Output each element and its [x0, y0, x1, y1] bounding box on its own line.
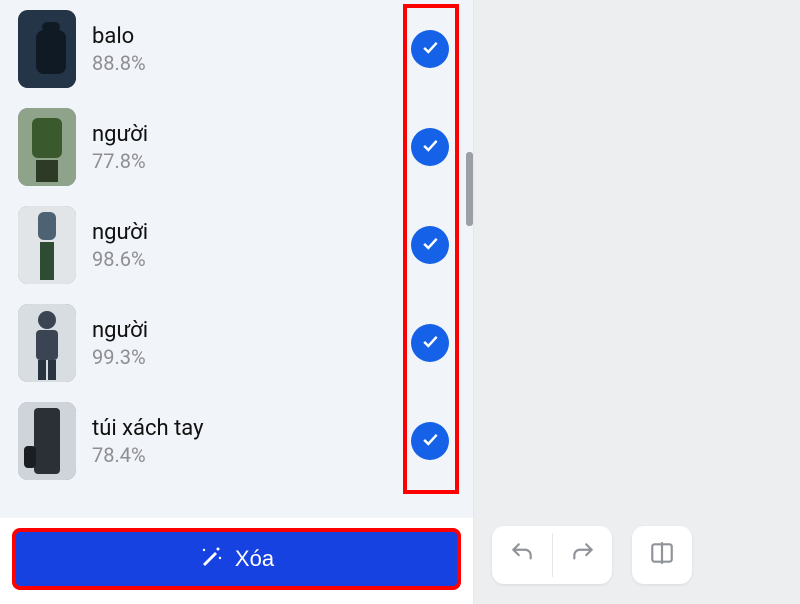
item-text: người 99.3%	[92, 318, 395, 369]
item-label: người	[92, 220, 395, 245]
item-text: balo 88.8%	[92, 24, 395, 75]
redo-button[interactable]	[552, 533, 612, 577]
checkmark-toggle[interactable]	[411, 226, 449, 264]
item-label: balo	[92, 24, 395, 49]
undo-icon	[509, 540, 535, 570]
item-confidence: 78.4%	[92, 443, 395, 467]
item-thumbnail	[18, 10, 76, 88]
preview-panel	[473, 0, 800, 604]
check-icon	[420, 135, 440, 159]
checkmark-toggle[interactable]	[411, 324, 449, 362]
checkmark-toggle[interactable]	[411, 30, 449, 68]
item-thumbnail	[18, 304, 76, 382]
right-toolbar	[492, 526, 692, 584]
list-item[interactable]: người 99.3%	[0, 294, 473, 392]
delete-button-label: Xóa	[235, 546, 274, 572]
compare-icon	[649, 540, 675, 570]
item-confidence: 98.6%	[92, 247, 395, 271]
magic-wand-icon	[199, 544, 223, 574]
check-icon	[420, 331, 440, 355]
list-item[interactable]: người 77.8%	[0, 98, 473, 196]
item-confidence: 77.8%	[92, 149, 395, 173]
check-icon	[420, 233, 440, 257]
checkmark-toggle[interactable]	[411, 128, 449, 166]
checkmark-toggle[interactable]	[411, 422, 449, 460]
undo-button[interactable]	[492, 533, 552, 577]
item-text: người 98.6%	[92, 220, 395, 271]
item-text: túi xách tay 78.4%	[92, 416, 395, 467]
compare-group	[632, 526, 692, 584]
list-item[interactable]: người 98.6%	[0, 196, 473, 294]
compare-button[interactable]	[632, 533, 692, 577]
item-label: người	[92, 122, 395, 147]
delete-button[interactable]: Xóa	[12, 528, 461, 590]
list-item[interactable]: balo 88.8%	[0, 0, 473, 98]
item-thumbnail	[18, 402, 76, 480]
check-icon	[420, 37, 440, 61]
item-label: người	[92, 318, 395, 343]
item-text: người 77.8%	[92, 122, 395, 173]
item-confidence: 88.8%	[92, 51, 395, 75]
detection-list-panel: balo 88.8% người 77.8%	[0, 0, 473, 604]
item-label: túi xách tay	[92, 416, 395, 441]
item-confidence: 99.3%	[92, 345, 395, 369]
redo-icon	[570, 540, 596, 570]
items-list: balo 88.8% người 77.8%	[0, 0, 473, 518]
check-icon	[420, 429, 440, 453]
item-thumbnail	[18, 206, 76, 284]
list-item[interactable]: túi xách tay 78.4%	[0, 392, 473, 490]
bottom-action-bar: Xóa	[0, 518, 473, 604]
item-thumbnail	[18, 108, 76, 186]
scrollbar-thumb[interactable]	[466, 152, 473, 226]
undo-redo-group	[492, 526, 612, 584]
